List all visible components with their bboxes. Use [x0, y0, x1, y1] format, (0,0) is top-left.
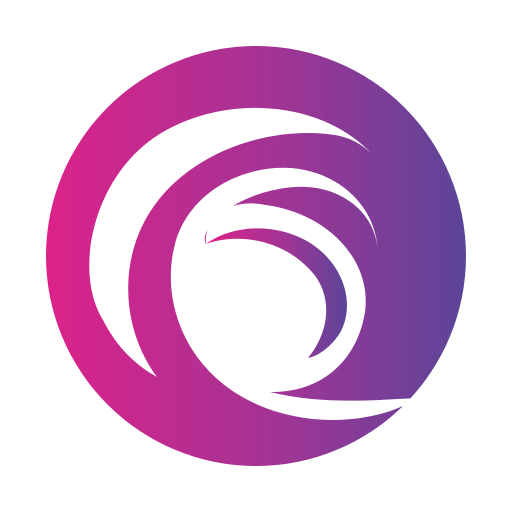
- logo-canvas: [0, 0, 512, 512]
- swirl-wave-logo-icon: [46, 46, 466, 466]
